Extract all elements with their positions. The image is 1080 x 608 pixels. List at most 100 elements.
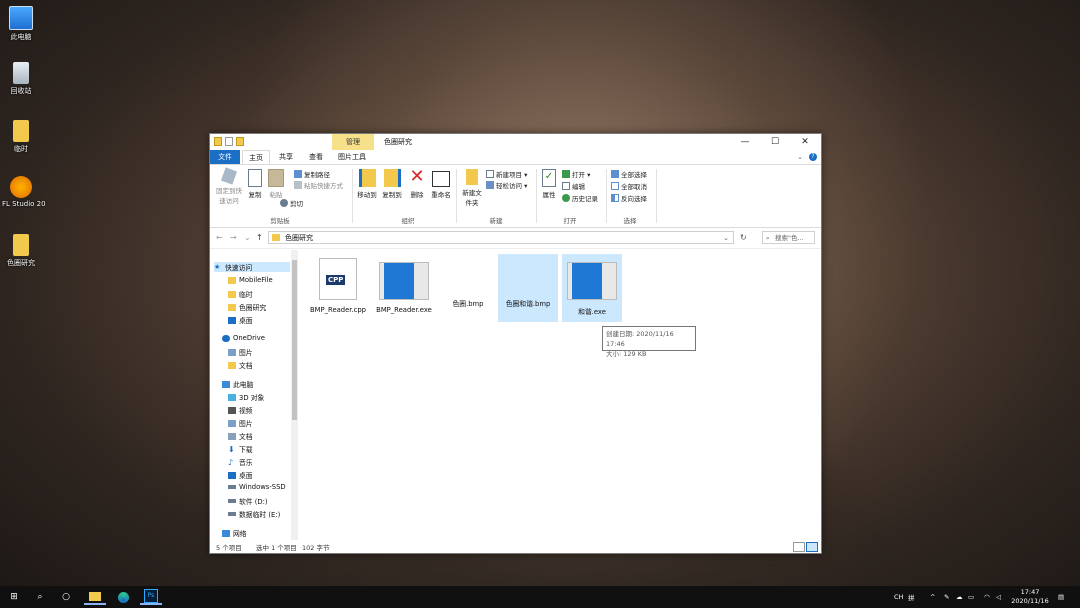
pin-to-quick-access-button[interactable]: 固定到快速访问: [212, 167, 246, 205]
tab-share[interactable]: 共享: [272, 150, 300, 164]
tray-chevron-up-icon[interactable]: ^: [930, 586, 935, 608]
copy-button[interactable]: 复制: [246, 169, 264, 199]
nav-item-windows-ssd[interactable]: Windows-SSD: [228, 483, 286, 491]
cloud-icon[interactable]: ☁: [956, 586, 963, 608]
ribbon-tabs: 文件 主页 共享 查看 图片工具 ⌄ ?: [210, 150, 821, 165]
new-folder-button[interactable]: 新建文件夹: [460, 169, 484, 207]
rename-button[interactable]: 重命名: [430, 169, 452, 199]
nav-item-onedrive[interactable]: OneDrive: [222, 334, 265, 342]
minimize-button[interactable]: —: [730, 134, 760, 150]
up-button[interactable]: ↑: [256, 233, 263, 242]
tab-manage[interactable]: 管理: [332, 134, 374, 150]
file-item-color-circle-harmony-bmp[interactable]: 色圈和谐.bmp: [498, 254, 558, 322]
nav-item-3d-objects[interactable]: 3D 对象: [228, 392, 264, 402]
maximize-button[interactable]: ☐: [760, 134, 790, 150]
edit-button[interactable]: 编辑: [562, 181, 585, 191]
nav-item-documents[interactable]: 文档: [228, 431, 253, 441]
chevron-down-icon[interactable]: ⌄: [797, 153, 803, 161]
tab-file[interactable]: 文件: [210, 150, 240, 164]
chevron-down-icon[interactable]: ⌄: [723, 232, 729, 244]
nav-item-network[interactable]: 网络: [222, 528, 247, 538]
select-none-button[interactable]: 全部取消: [611, 181, 647, 191]
ime-indicator[interactable]: CH: [894, 586, 903, 608]
properties-icon[interactable]: [225, 137, 233, 146]
copy-path-button[interactable]: 复制路径: [294, 169, 330, 179]
details-view-button[interactable]: [793, 542, 805, 552]
close-button[interactable]: ✕: [790, 134, 820, 150]
cut-button[interactable]: 剪切: [280, 198, 303, 208]
tab-home[interactable]: 主页: [242, 150, 270, 164]
new-folder-icon[interactable]: [236, 137, 244, 146]
nav-item-drive-e[interactable]: 数据临时 (E:): [228, 509, 280, 519]
recent-locations-button[interactable]: ⌄: [244, 233, 251, 242]
nav-item-desktop[interactable]: 桌面: [228, 315, 253, 325]
volume-icon[interactable]: ◁: [996, 586, 1001, 608]
clock[interactable]: 17:47 2020/11/16: [1010, 586, 1050, 608]
taskbar-file-explorer[interactable]: [84, 589, 106, 605]
task-view-button[interactable]: ○: [58, 589, 74, 605]
nav-item-this-pc[interactable]: 此电脑: [222, 379, 253, 389]
desktop-icon-recycle-bin[interactable]: 回收站: [2, 62, 40, 96]
history-icon: [562, 194, 570, 202]
desktop-icon-this-pc[interactable]: 此电脑: [2, 6, 40, 42]
file-item-harmony-exe[interactable]: 和谐.exe: [562, 254, 622, 322]
nav-item-videos[interactable]: 视频: [228, 405, 253, 415]
wifi-icon[interactable]: ◠: [984, 586, 990, 608]
recycle-bin-icon: [13, 62, 29, 84]
title-bar[interactable]: 管理 色圈研究 — ☐ ✕: [210, 134, 821, 150]
easy-access-button[interactable]: 轻松访问 ▾: [486, 180, 527, 190]
invert-selection-button[interactable]: 反向选择: [611, 193, 647, 203]
back-button[interactable]: ←: [216, 233, 223, 242]
nav-item-onedrive-documents[interactable]: 文档: [228, 360, 253, 370]
new-item-button[interactable]: 新建项目 ▾: [486, 169, 527, 179]
file-item-color-circle-bmp[interactable]: 色圈.bmp: [438, 258, 498, 308]
history-button[interactable]: 历史记录: [562, 193, 598, 203]
desktop-icon-color-research[interactable]: 色圈研究: [2, 234, 40, 268]
search-input[interactable]: ⌕ 搜索"色...: [762, 231, 815, 244]
help-icon[interactable]: ?: [809, 153, 817, 161]
tab-picture-tools[interactable]: 图片工具: [334, 150, 370, 164]
nav-item-color-research[interactable]: 色圈研究: [228, 302, 266, 312]
nav-scrollbar-thumb[interactable]: [292, 260, 297, 420]
select-all-button[interactable]: 全部选择: [611, 169, 647, 179]
open-button[interactable]: 打开 ▾: [562, 169, 590, 179]
taskbar-edge[interactable]: [112, 589, 134, 605]
address-input[interactable]: 色圈研究 ⌄: [268, 231, 734, 244]
nav-item-onedrive-pictures[interactable]: 图片: [228, 347, 253, 357]
properties-button[interactable]: ✓ 属性: [540, 169, 558, 199]
forward-button[interactable]: →: [230, 233, 237, 242]
select-none-icon: [611, 182, 619, 190]
notification-icon[interactable]: ▤: [1058, 586, 1064, 608]
paste-shortcut-button[interactable]: 粘贴快捷方式: [294, 180, 343, 190]
delete-button[interactable]: ✕ 删除: [408, 167, 426, 200]
file-item-bmp-reader-exe[interactable]: BMP_Reader.exe: [374, 258, 434, 314]
move-to-button[interactable]: 移动到: [355, 169, 379, 199]
nav-item-quick-access[interactable]: ★ 快速访问: [214, 262, 290, 272]
nav-item-downloads[interactable]: ⬇ 下载: [228, 444, 253, 454]
nav-item-drive-d[interactable]: 软件 (D:): [228, 496, 268, 506]
nav-item-pc-desktop[interactable]: 桌面: [228, 470, 253, 480]
battery-icon[interactable]: ▭: [968, 586, 974, 608]
nav-item-pictures[interactable]: 图片: [228, 418, 253, 428]
ime-mode[interactable]: 拼: [908, 586, 915, 608]
nav-scrollbar[interactable]: [291, 250, 298, 540]
ribbon-separator: [352, 169, 353, 223]
desktop-icon-label: 临时: [14, 145, 28, 153]
nav-item-mobilefile[interactable]: MobileFile: [228, 276, 273, 284]
tab-view[interactable]: 查看: [302, 150, 330, 164]
desktop-icon-fl-studio[interactable]: FL Studio 20: [2, 176, 46, 208]
refresh-button[interactable]: ↻: [740, 233, 747, 242]
start-button[interactable]: ⊞: [6, 589, 22, 605]
taskbar-photoshop[interactable]: Ps: [140, 589, 162, 605]
nav-item-temp[interactable]: 临时: [228, 289, 253, 299]
copy-to-button[interactable]: 复制到: [380, 169, 404, 199]
breadcrumb[interactable]: 色圈研究: [285, 234, 313, 242]
paste-button[interactable]: 粘贴: [267, 169, 285, 199]
nav-item-music[interactable]: ♪ 音乐: [228, 457, 253, 467]
desktop-icon-temp[interactable]: 临时: [2, 120, 40, 154]
file-item-bmp-reader-cpp[interactable]: CPP BMP_Reader.cpp: [308, 258, 368, 314]
fl-studio-icon: [10, 176, 32, 198]
large-icons-view-button[interactable]: [806, 542, 818, 552]
search-button[interactable]: ⌕: [32, 589, 48, 605]
pen-icon[interactable]: ✎: [944, 586, 949, 608]
